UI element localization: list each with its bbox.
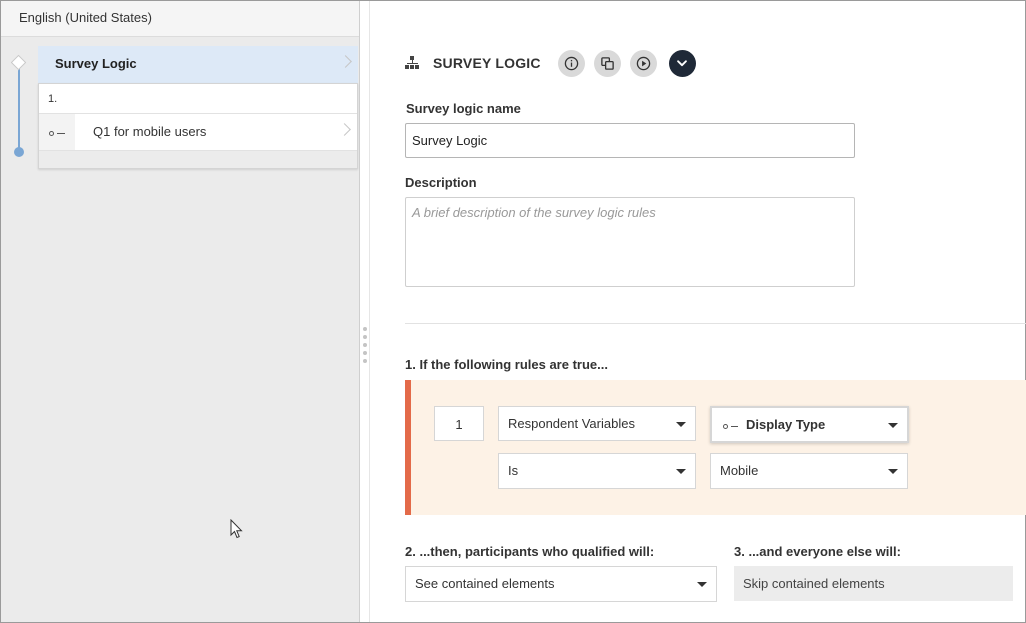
others-action-value: Skip contained elements	[743, 576, 885, 591]
rule-source-dropdown[interactable]: Respondent Variables	[498, 406, 696, 441]
survey-logic-tree-item[interactable]: Survey Logic	[38, 46, 358, 83]
play-icon	[636, 56, 650, 70]
language-label: English (United States)	[19, 10, 152, 25]
logic-name-input[interactable]	[405, 123, 855, 158]
copy-icon	[600, 56, 614, 70]
rule-number: 1	[434, 406, 484, 441]
info-button[interactable]	[557, 49, 585, 77]
caret-down-icon	[888, 423, 898, 428]
variable-key-icon	[49, 131, 67, 137]
description-textarea[interactable]	[405, 197, 855, 287]
collapse-button[interactable]	[668, 49, 696, 77]
page-title: SURVEY LOGIC	[433, 55, 541, 71]
chevron-right-icon	[339, 55, 352, 68]
description-label: Description	[405, 175, 477, 190]
logic-block-card: 1. Q1 for mobile users	[38, 83, 358, 169]
mouse-cursor-icon	[230, 519, 243, 539]
rule-operator-value: Is	[508, 463, 519, 478]
question-tree-item[interactable]: Q1 for mobile users	[39, 114, 357, 151]
caret-down-icon	[676, 422, 686, 427]
logic-block-number: 1.	[39, 84, 357, 114]
section-divider	[405, 323, 1026, 324]
rule-operator-dropdown[interactable]: Is	[498, 453, 696, 489]
rule-container	[405, 380, 1026, 515]
info-icon	[564, 56, 578, 70]
others-action-field: Skip contained elements	[734, 566, 1013, 601]
rule-variable-dropdown[interactable]: Display Type	[710, 406, 909, 443]
timeline-line	[18, 67, 20, 151]
rule-variable-value: Display Type	[746, 417, 826, 432]
timeline-end-icon	[14, 147, 24, 157]
qualified-action-dropdown[interactable]: See contained elements	[405, 566, 717, 602]
logic-name-label: Survey logic name	[406, 101, 521, 116]
panel-resize-handle[interactable]	[361, 1, 370, 622]
language-selector[interactable]: English (United States)	[1, 1, 359, 37]
editor-header: SURVEY LOGIC	[405, 48, 696, 78]
copy-button[interactable]	[593, 49, 621, 77]
caret-down-icon	[888, 469, 898, 474]
question-label: Q1 for mobile users	[93, 124, 207, 139]
timeline-start-icon	[10, 54, 27, 71]
preview-button[interactable]	[629, 49, 657, 77]
qualified-action-value: See contained elements	[415, 576, 555, 591]
survey-logic-tree-label: Survey Logic	[55, 56, 137, 71]
chevron-down-icon	[677, 60, 688, 67]
chevron-right-icon	[338, 123, 351, 136]
rule-number-text: 1	[455, 417, 463, 432]
sitemap-icon	[405, 56, 419, 70]
logic-tree-panel: English (United States) Survey Logic 1. …	[1, 1, 360, 622]
question-icon-cell	[39, 114, 75, 150]
rules-section-label: 1. If the following rules are true...	[405, 357, 608, 372]
variable-key-icon	[723, 424, 741, 430]
rule-value-dropdown[interactable]: Mobile	[710, 453, 908, 489]
others-action-label: 3. ...and everyone else will:	[734, 544, 901, 559]
caret-down-icon	[676, 469, 686, 474]
caret-down-icon	[697, 582, 707, 587]
logic-block-number-text: 1.	[48, 93, 58, 105]
rule-source-value: Respondent Variables	[508, 416, 635, 431]
rule-value-value: Mobile	[720, 463, 759, 478]
qualified-action-label: 2. ...then, participants who qualified w…	[405, 544, 655, 559]
